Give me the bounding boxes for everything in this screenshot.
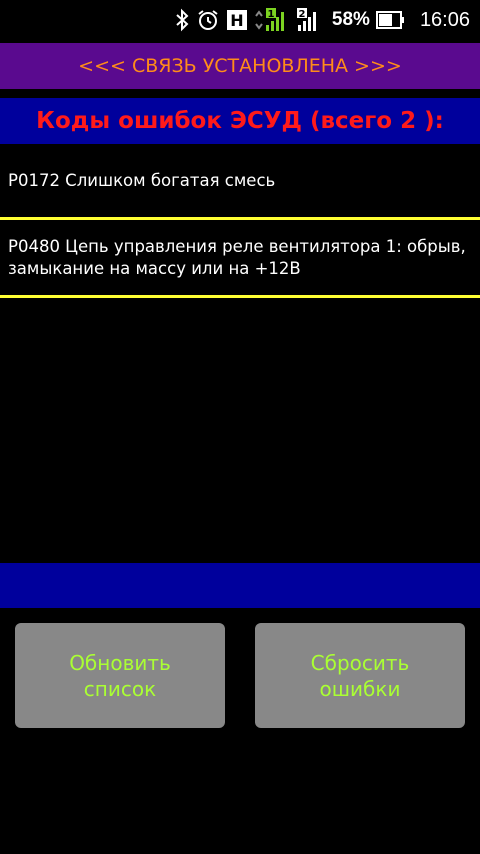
reset-errors-label: Сбросить ошибки [310,650,410,701]
error-codes-title: Коды ошибок ЭСУД (всего 2 ): [36,108,444,134]
error-codes-header: Коды ошибок ЭСУД (всего 2 ): [0,98,480,144]
sim1-label: 1 [267,9,274,20]
battery-icon [375,8,406,32]
list-item[interactable]: P0172 Слишком богатая смесь [0,144,480,220]
alarm-icon [196,8,220,32]
refresh-list-button[interactable]: Обновить список [15,623,225,728]
battery-percent: 58% [331,9,370,30]
bluetooth-icon [174,8,190,32]
h-network-icon: H [226,8,248,32]
network-type-label: H [230,11,243,30]
reset-errors-button[interactable]: Сбросить ошибки [255,623,465,728]
error-text: P0172 Слишком богатая смесь [8,170,276,190]
connection-status-text: <<< СВЯЗЬ УСТАНОВЛЕНА >>> [78,55,402,77]
clock: 16:06 [419,8,470,31]
bottom-info-bar [0,563,480,608]
signal-sim1-icon: 1 [254,8,290,32]
status-bar: H 1 2 58% 16:06 [0,0,480,40]
list-item[interactable]: P0480 Цепь управления реле вентилятора 1… [0,220,480,298]
connection-status-banner: <<< СВЯЗЬ УСТАНОВЛЕНА >>> [0,43,480,89]
refresh-list-label: Обновить список [69,650,171,701]
error-text: P0480 Цепь управления реле вентилятора 1… [8,236,466,278]
signal-sim2-icon: 2 [296,8,322,32]
error-list: P0172 Слишком богатая смесь P0480 Цепь у… [0,144,480,298]
sim2-label: 2 [298,9,305,20]
